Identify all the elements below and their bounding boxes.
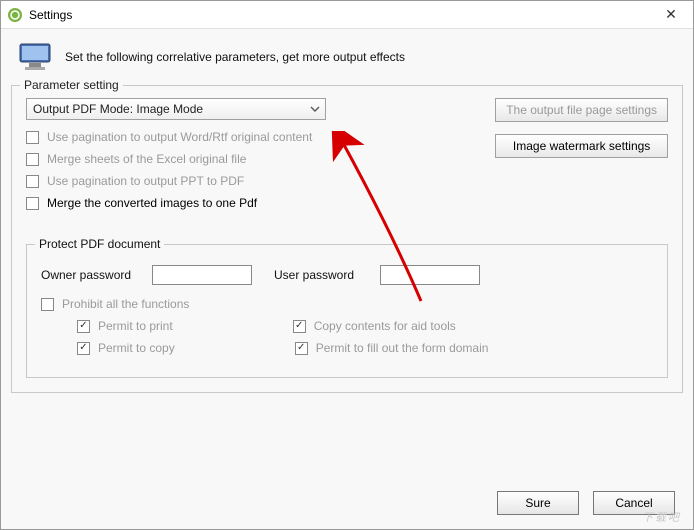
label-merge-images: Merge the converted images to one Pdf: [47, 196, 257, 210]
close-icon[interactable]: ✕: [655, 6, 687, 23]
label-prohibit-all: Prohibit all the functions: [62, 297, 189, 311]
label-pagination-ppt: Use pagination to output PPT to PDF: [47, 174, 244, 188]
label-permit-copy: Permit to copy: [98, 341, 175, 355]
owner-password-label: Owner password: [41, 268, 146, 282]
protect-legend: Protect PDF document: [35, 237, 164, 251]
label-merge-excel: Merge sheets of the Excel original file: [47, 152, 246, 166]
label-permit-print: Permit to print: [98, 319, 173, 333]
label-permit-fill: Permit to fill out the form domain: [316, 341, 489, 355]
app-icon: [7, 7, 23, 23]
monitor-icon: [19, 43, 53, 71]
check-permit-print: [77, 320, 90, 333]
check-prohibit-all: [41, 298, 54, 311]
check-merge-excel: [26, 153, 39, 166]
check-merge-images[interactable]: [26, 197, 39, 210]
check-permit-copy: [77, 342, 90, 355]
titlebar: Settings ✕: [1, 1, 693, 29]
chevron-down-icon: [309, 103, 321, 115]
check-pagination-word: [26, 131, 39, 144]
watermark-settings-button[interactable]: Image watermark settings: [495, 134, 668, 158]
user-password-input[interactable]: [380, 265, 480, 285]
check-copy-aid: [293, 320, 306, 333]
parameter-legend: Parameter setting: [20, 78, 123, 92]
window-title: Settings: [29, 8, 655, 22]
protect-fieldset: Protect PDF document Owner password User…: [26, 244, 668, 378]
header-subtitle: Set the following correlative parameters…: [65, 50, 405, 64]
label-copy-aid: Copy contents for aid tools: [314, 319, 456, 333]
label-pagination-word: Use pagination to output Word/Rtf origin…: [47, 130, 312, 144]
dropdown-label: Output PDF Mode: Image Mode: [33, 102, 203, 116]
settings-window: Settings ✕ Set the following correlative…: [0, 0, 694, 530]
site-watermark: 下载吧: [642, 509, 681, 525]
parameter-fieldset: Parameter setting Output PDF Mode: Image…: [11, 85, 683, 393]
check-pagination-ppt: [26, 175, 39, 188]
page-settings-button: The output file page settings: [495, 98, 668, 122]
check-permit-fill: [295, 342, 308, 355]
header: Set the following correlative parameters…: [1, 29, 693, 81]
sure-button[interactable]: Sure: [497, 491, 579, 515]
output-mode-dropdown[interactable]: Output PDF Mode: Image Mode: [26, 98, 326, 120]
owner-password-input[interactable]: [152, 265, 252, 285]
user-password-label: User password: [274, 268, 374, 282]
